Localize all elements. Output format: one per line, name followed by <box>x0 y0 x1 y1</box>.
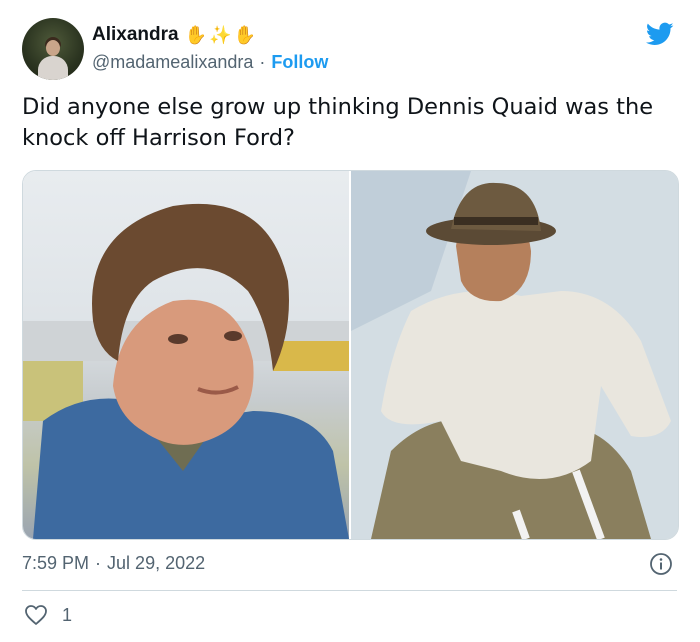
divider <box>22 590 677 591</box>
follow-button[interactable]: Follow <box>271 52 328 73</box>
portrait-illustration <box>23 203 349 539</box>
author-handle[interactable]: @madamealixandra <box>92 52 253 73</box>
heart-icon[interactable] <box>24 604 48 626</box>
display-name[interactable]: Alixandra <box>92 24 179 46</box>
raised-hand-icon: ✋ <box>233 24 256 46</box>
author-name-row: Alixandra ✋ ✨ ✋ <box>92 22 256 48</box>
tweet-media[interactable] <box>22 170 679 540</box>
info-icon[interactable] <box>649 552 673 576</box>
tweet-card: Alixandra ✋ ✨ ✋ @madamealixandra · Follo… <box>0 0 700 642</box>
tweet-text: Did anyone else grow up thinking Dennis … <box>22 94 654 151</box>
like-action[interactable]: 1 <box>24 603 72 627</box>
name-emojis: ✋ ✨ ✋ <box>185 25 256 46</box>
tweet-time: 7:59 PM <box>22 552 90 573</box>
timestamp-row[interactable]: 7:59 PM · Jul 29, 2022 <box>22 552 205 574</box>
handle-row: @madamealixandra · Follow <box>92 51 328 73</box>
separator-dot: · <box>95 552 102 573</box>
raised-hand-icon: ✋ <box>184 24 208 46</box>
avatar[interactable] <box>22 18 84 80</box>
photo-dennis-quaid[interactable] <box>23 171 349 539</box>
separator-dot: · <box>259 51 266 72</box>
tweet-date: Jul 29, 2022 <box>107 552 206 573</box>
sparkles-icon: ✨ <box>209 24 232 46</box>
like-count: 1 <box>62 604 73 625</box>
photo-harrison-ford[interactable] <box>351 171 678 539</box>
portrait-illustration <box>351 171 678 539</box>
twitter-bird-icon[interactable] <box>644 20 676 48</box>
